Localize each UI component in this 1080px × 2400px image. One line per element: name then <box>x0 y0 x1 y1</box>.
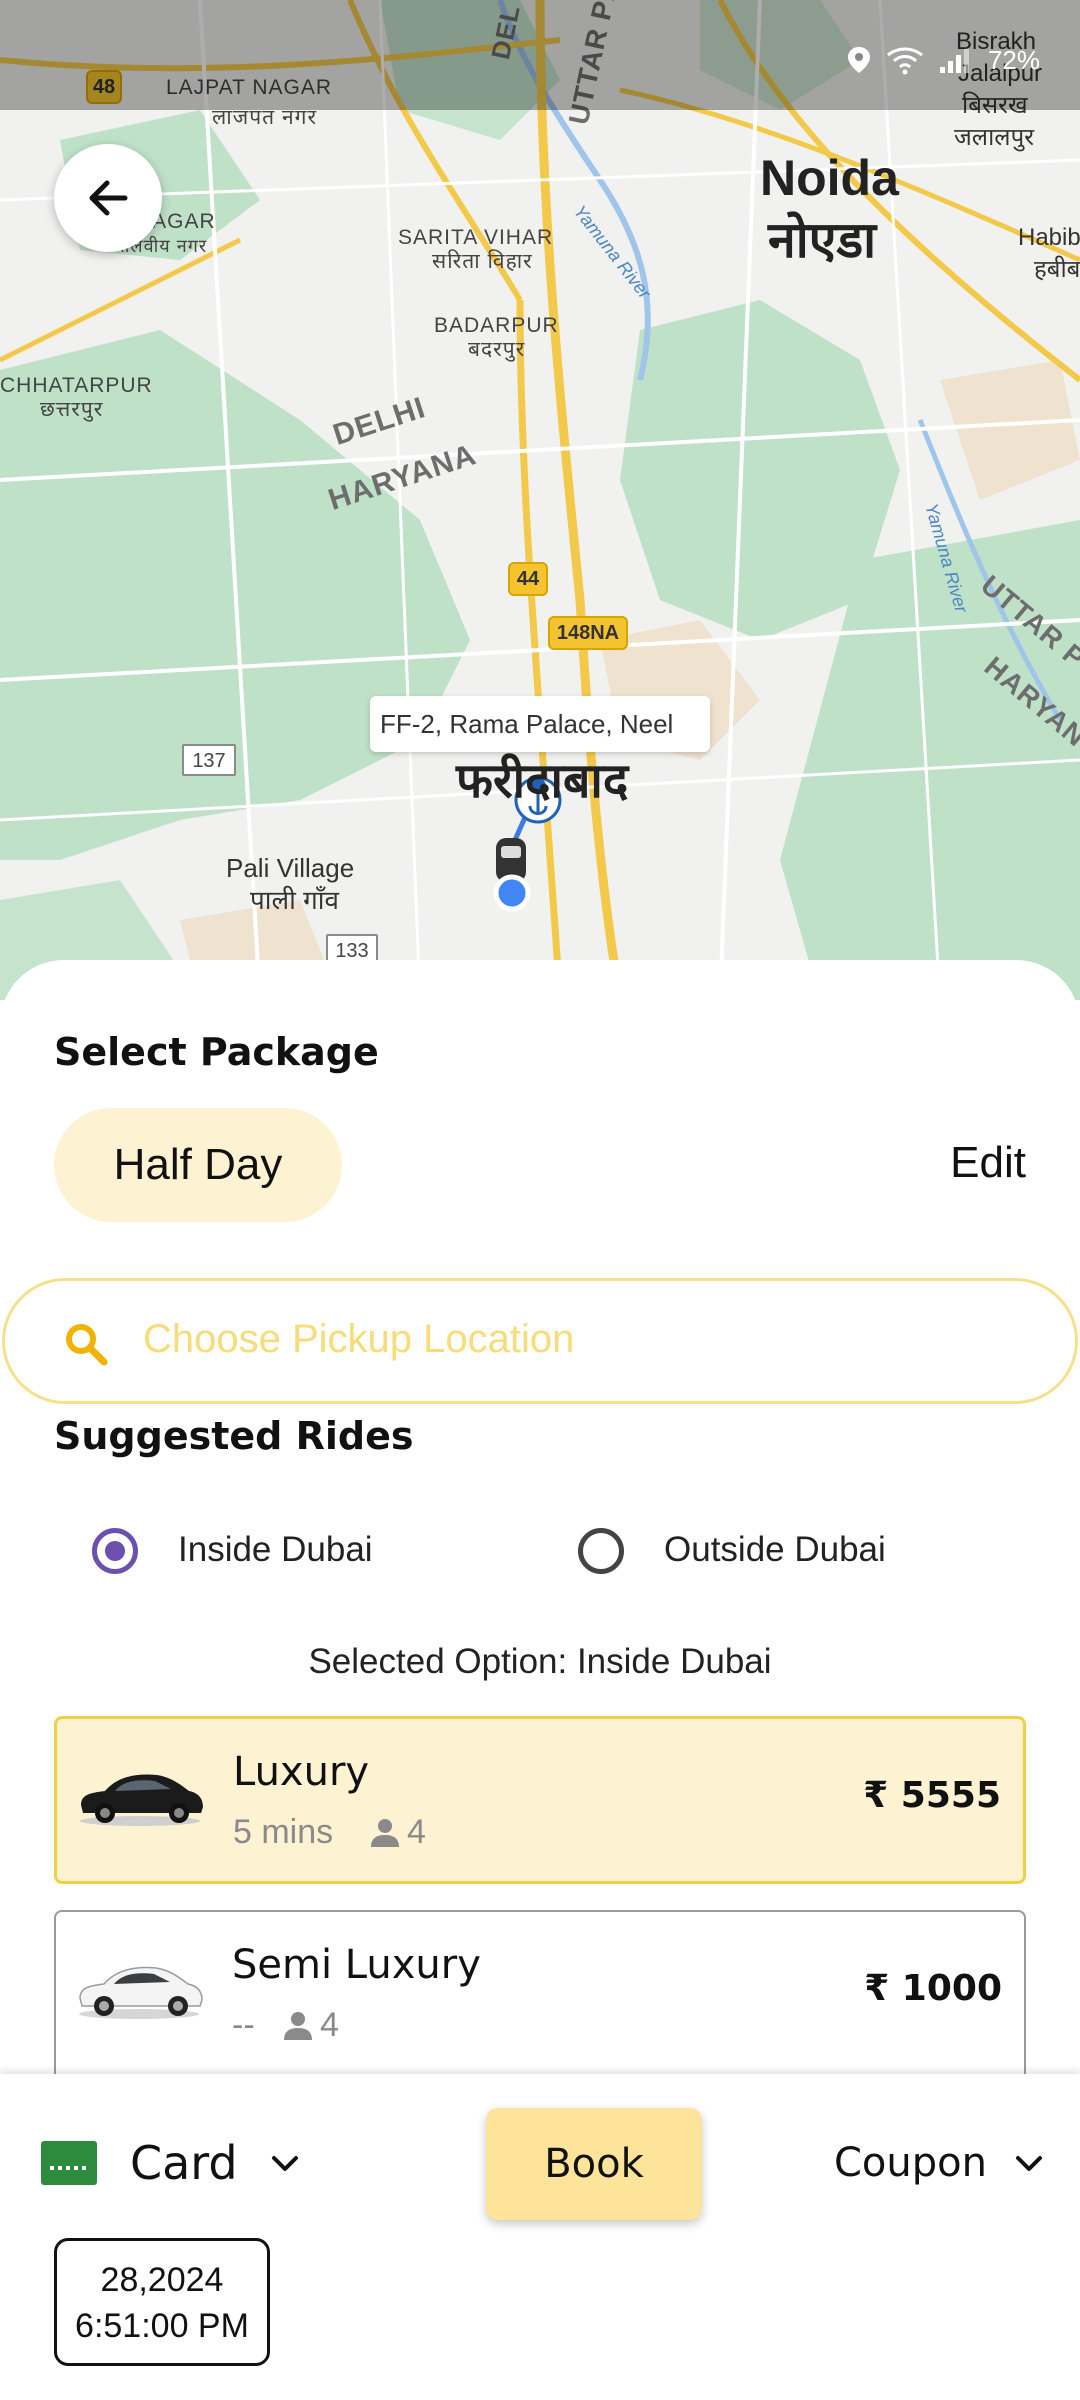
pickup-pin-label[interactable]: FF-2, Rama Palace, Neel <box>370 696 710 752</box>
edit-package-button[interactable]: Edit <box>950 1138 1026 1188</box>
schedule-datetime-box[interactable]: 28,2024 6:51:00 PM <box>54 2238 270 2366</box>
ride-eta: 5 mins <box>233 1813 334 1851</box>
ride-name: Luxury <box>233 1749 370 1795</box>
battery-percent: 72% <box>987 44 1040 75</box>
selected-option-text: Selected Option: Inside Dubai <box>308 1642 772 1681</box>
radio-label-outside-dubai[interactable]: Outside Dubai <box>664 1530 886 1570</box>
schedule-date: 28,2024 <box>100 2261 224 2299</box>
map-label-habib-hi: हबीब <box>1034 256 1080 283</box>
road-shield-137: 137 <box>182 744 236 776</box>
map-view[interactable]: 48 44 148NA 137 133 LAJPAT NAGAR लाजपत न… <box>0 0 1080 1000</box>
ride-price: ₹ 5555 <box>863 1775 1001 1816</box>
map-label-noida: Noida <box>760 150 899 206</box>
map-label-pali-village-hi: पाली गाँव <box>250 885 339 915</box>
location-icon <box>847 47 870 73</box>
map-label-noida-hi: नोएडा <box>768 212 877 268</box>
car-white-icon <box>79 1966 203 2019</box>
ride-name: Semi Luxury <box>232 1942 481 1988</box>
map-label-faridabad: फरीदाबाद <box>456 755 629 808</box>
chevron-down-icon[interactable] <box>270 2152 300 2176</box>
package-chip-half-day[interactable]: Half Day <box>54 1108 342 1222</box>
map-label-chhatarpur: CHHATARPUR <box>0 374 153 397</box>
ride-price: ₹ 1000 <box>864 1968 1002 2009</box>
radio-label-inside-dubai[interactable]: Inside Dubai <box>178 1530 373 1570</box>
pickup-search-input[interactable]: Choose Pickup Location <box>2 1278 1078 1404</box>
coupon-dropdown[interactable]: Coupon <box>834 2140 987 2186</box>
back-button[interactable] <box>54 144 162 252</box>
book-button-label: Book <box>544 2141 644 2187</box>
map-label-badarpur-hi: बदरपुर <box>468 338 526 361</box>
map-label-jalalpur-hi: जलालपुर <box>954 124 1035 151</box>
schedule-time: 6:51:00 PM <box>75 2307 249 2345</box>
radio-inside-dubai[interactable] <box>92 1528 138 1574</box>
suggested-rides-title: Suggested Rides <box>54 1414 414 1458</box>
ride-seats: 4 <box>407 1813 426 1851</box>
ride-option-semi-luxury[interactable]: Semi Luxury -- 4 ₹ 1000 <box>54 1910 1026 2080</box>
map-label-badarpur: BADARPUR <box>434 314 559 337</box>
highway-shield-44: 44 <box>508 562 548 596</box>
status-bar: 72% <box>0 0 1080 110</box>
person-icon <box>284 2012 312 2040</box>
highway-shield-148na: 148NA <box>548 616 628 650</box>
credit-card-icon <box>41 2141 97 2185</box>
person-icon <box>371 1819 399 1847</box>
radio-outside-dubai[interactable] <box>578 1528 624 1574</box>
search-icon <box>66 1324 108 1366</box>
pickup-search-placeholder: Choose Pickup Location <box>143 1317 575 1361</box>
signal-icon <box>939 49 969 73</box>
select-package-title: Select Package <box>54 1030 379 1074</box>
chevron-down-icon[interactable] <box>1014 2152 1044 2176</box>
book-button[interactable]: Book <box>486 2108 702 2220</box>
ride-option-luxury[interactable]: Luxury 5 mins 4 ₹ 5555 <box>54 1716 1026 1884</box>
ride-seats: 4 <box>320 2006 339 2044</box>
map-label-pali-village: Pali Village <box>226 853 355 883</box>
wifi-icon <box>887 47 923 75</box>
map-label-habib: Habib <box>1018 224 1080 251</box>
map-label-sarita-vihar-hi: सरिता विहार <box>432 250 533 273</box>
map-background <box>0 0 1080 1000</box>
map-label-sarita-vihar: SARITA VIHAR <box>398 226 554 249</box>
arrow-left-icon <box>89 180 128 216</box>
car-black-icon <box>80 1774 203 1826</box>
map-label-chhatarpur-hi: छत्तरपुर <box>40 398 104 421</box>
ride-eta: -- <box>232 2006 255 2044</box>
payment-method-dropdown[interactable]: Card <box>130 2136 238 2190</box>
package-chip-label: Half Day <box>113 1140 283 1189</box>
